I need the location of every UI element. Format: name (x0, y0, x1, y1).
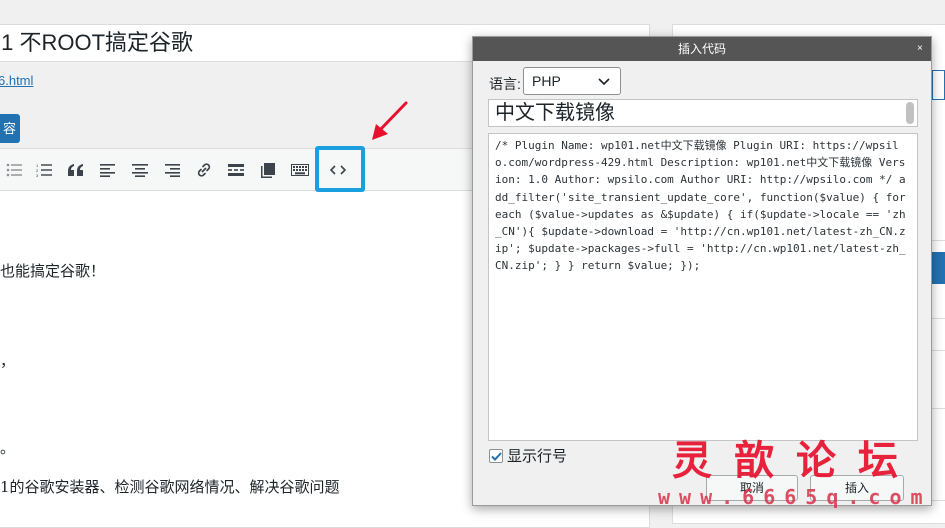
show-line-numbers-checkbox[interactable] (489, 448, 503, 463)
scrollbar[interactable] (906, 102, 914, 124)
align-right-icon[interactable] (161, 159, 183, 181)
show-line-numbers-row[interactable]: 显示行号 (489, 445, 567, 466)
read-more-icon[interactable] (225, 159, 247, 181)
align-left-icon[interactable] (97, 159, 119, 181)
dialog-title: 插入代码 (473, 37, 931, 61)
language-select[interactable]: PHP (523, 67, 621, 95)
snippet-title-input[interactable]: 中文下载镜像 (488, 99, 918, 127)
copy-icon[interactable] (257, 159, 279, 181)
content-line: 也能搞定谷歌！ (0, 262, 106, 280)
red-arrow-icon (372, 101, 408, 140)
permalink-link[interactable]: 6.html (0, 73, 33, 88)
language-label: 语言: (489, 76, 521, 92)
chevron-down-icon (598, 78, 610, 86)
keyboard-icon[interactable] (289, 159, 311, 181)
checkmark-icon (491, 451, 502, 461)
svg-text:3: 3 (36, 173, 39, 177)
link-icon[interactable] (193, 159, 215, 181)
align-center-icon[interactable] (129, 159, 151, 181)
code-textarea[interactable]: /* Plugin Name: wp101.net中文下载镜像 Plugin U… (488, 133, 918, 441)
close-icon[interactable]: × (917, 37, 931, 61)
sidebar-publish-button[interactable] (930, 252, 945, 284)
snippet-title-text: 中文下载镜像 (495, 102, 615, 124)
sidebar-button[interactable] (932, 70, 945, 100)
code-button-highlight (315, 146, 365, 192)
content-line: ， (0, 352, 16, 370)
post-title-text: .1 不ROOT搞定谷歌 (0, 30, 194, 55)
content-line: 。 (0, 439, 16, 457)
numbered-list-icon[interactable]: 123 (33, 159, 55, 181)
show-line-numbers-label: 显示行号 (507, 448, 568, 465)
watermark-url: www.6665q.com (658, 485, 932, 509)
add-media-button[interactable]: 容 (0, 114, 20, 143)
language-value: PHP (532, 73, 561, 89)
bullet-list-icon[interactable] (3, 159, 25, 181)
content-line: 1的谷歌安装器、检测谷歌网络情况、解决谷歌问题 (0, 478, 340, 496)
blockquote-icon[interactable] (65, 159, 87, 181)
watermark-logo: 灵歆论坛 (672, 437, 920, 484)
